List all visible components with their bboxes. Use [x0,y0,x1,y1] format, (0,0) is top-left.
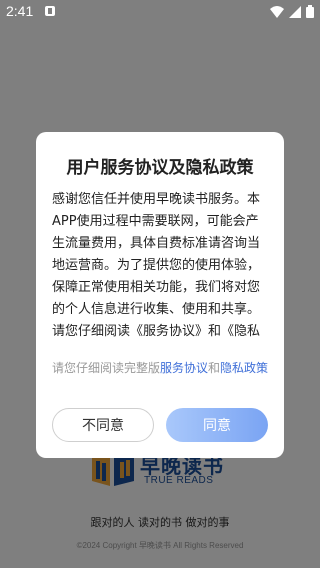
privacy-policy-link[interactable]: 隐私政策 [220,361,268,375]
wifi-icon [270,5,284,18]
dialog-body-text: 感谢您信任并使用早晚读书服务。本APP使用过程中需要联网，可能会产生流量费用，具… [52,192,261,339]
system-icons [270,5,314,18]
notice-and: 和 [208,361,221,375]
notification-icon [45,6,55,16]
agreement-notice: 请您仔细阅读完整版服务协议和隐私政策 [52,359,270,377]
service-agreement-link[interactable]: 服务协议 [160,361,208,375]
status-time: 2:41 [6,3,34,19]
dialog-body[interactable]: 感谢您信任并使用早晚读书服务。本APP使用过程中需要联网，可能会产生流量费用，具… [52,189,268,345]
status-bar: 2:41 [0,0,320,24]
notice-prefix: 请您仔细阅读完整版 [52,361,161,375]
disagree-button[interactable]: 不同意 [52,408,154,442]
signal-icon [289,5,301,18]
agree-button[interactable]: 同意 [166,408,268,442]
battery-icon [306,5,314,18]
dialog-title: 用户服务协议及隐私政策 [66,158,254,178]
privacy-dialog: 用户服务协议及隐私政策 感谢您信任并使用早晚读书服务。本APP使用过程中需要联网… [36,132,284,458]
